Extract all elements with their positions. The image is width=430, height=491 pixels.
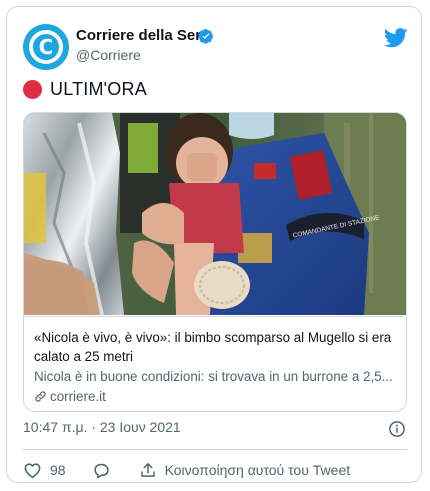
- red-circle-icon: [23, 80, 42, 99]
- link-domain: corriere.it: [34, 387, 398, 406]
- reply-icon: [93, 463, 109, 478]
- action-bar: 98 Κοινοποίηση αυτού του Tweet: [23, 457, 350, 483]
- like-button[interactable]: 98: [23, 461, 66, 480]
- link-description: Nicola è in buone condizioni: si trovava…: [34, 369, 393, 384]
- timestamp[interactable]: 10:47 π.μ. · 23 Ιουν 2021: [23, 419, 181, 435]
- tweet-card[interactable]: C Corriere della Sera @Corriere ULTIM'OR…: [6, 6, 422, 483]
- avatar-ring: C: [29, 30, 63, 64]
- avatar-letter: C: [38, 35, 54, 59]
- article-photo[interactable]: COMANDANTE DI STAZIONE: [24, 113, 407, 315]
- link-title: «Nicola è vivo, è vivo»: il bimbo scompa…: [34, 330, 392, 364]
- reply-button[interactable]: [92, 461, 111, 480]
- link-preview-card[interactable]: COMANDANTE DI STAZIONE «Nicola è vivo, è…: [23, 112, 407, 412]
- account-handle[interactable]: @Corriere: [76, 47, 141, 63]
- share-icon: [140, 462, 155, 477]
- verified-badge-icon: [198, 29, 213, 44]
- tweet-text: ULTIM'ORA: [23, 79, 147, 100]
- account-name[interactable]: Corriere della Sera: [76, 27, 209, 44]
- share-button[interactable]: Κοινοποίηση αυτού του Tweet: [139, 461, 351, 480]
- share-label: Κοινοποίηση αυτού του Tweet: [164, 462, 351, 478]
- link-icon: [35, 391, 46, 402]
- avatar[interactable]: C: [23, 24, 69, 70]
- info-icon[interactable]: [388, 420, 406, 438]
- like-count: 98: [50, 462, 66, 478]
- link-domain-text: corriere.it: [50, 389, 106, 404]
- tweet-text-content: ULTIM'ORA: [50, 79, 147, 99]
- divider: [23, 449, 407, 450]
- link-preview-meta[interactable]: «Nicola è vivo, è vivo»: il bimbo scompa…: [24, 316, 406, 411]
- heart-icon: [24, 462, 41, 478]
- twitter-bird-icon[interactable]: [384, 28, 408, 48]
